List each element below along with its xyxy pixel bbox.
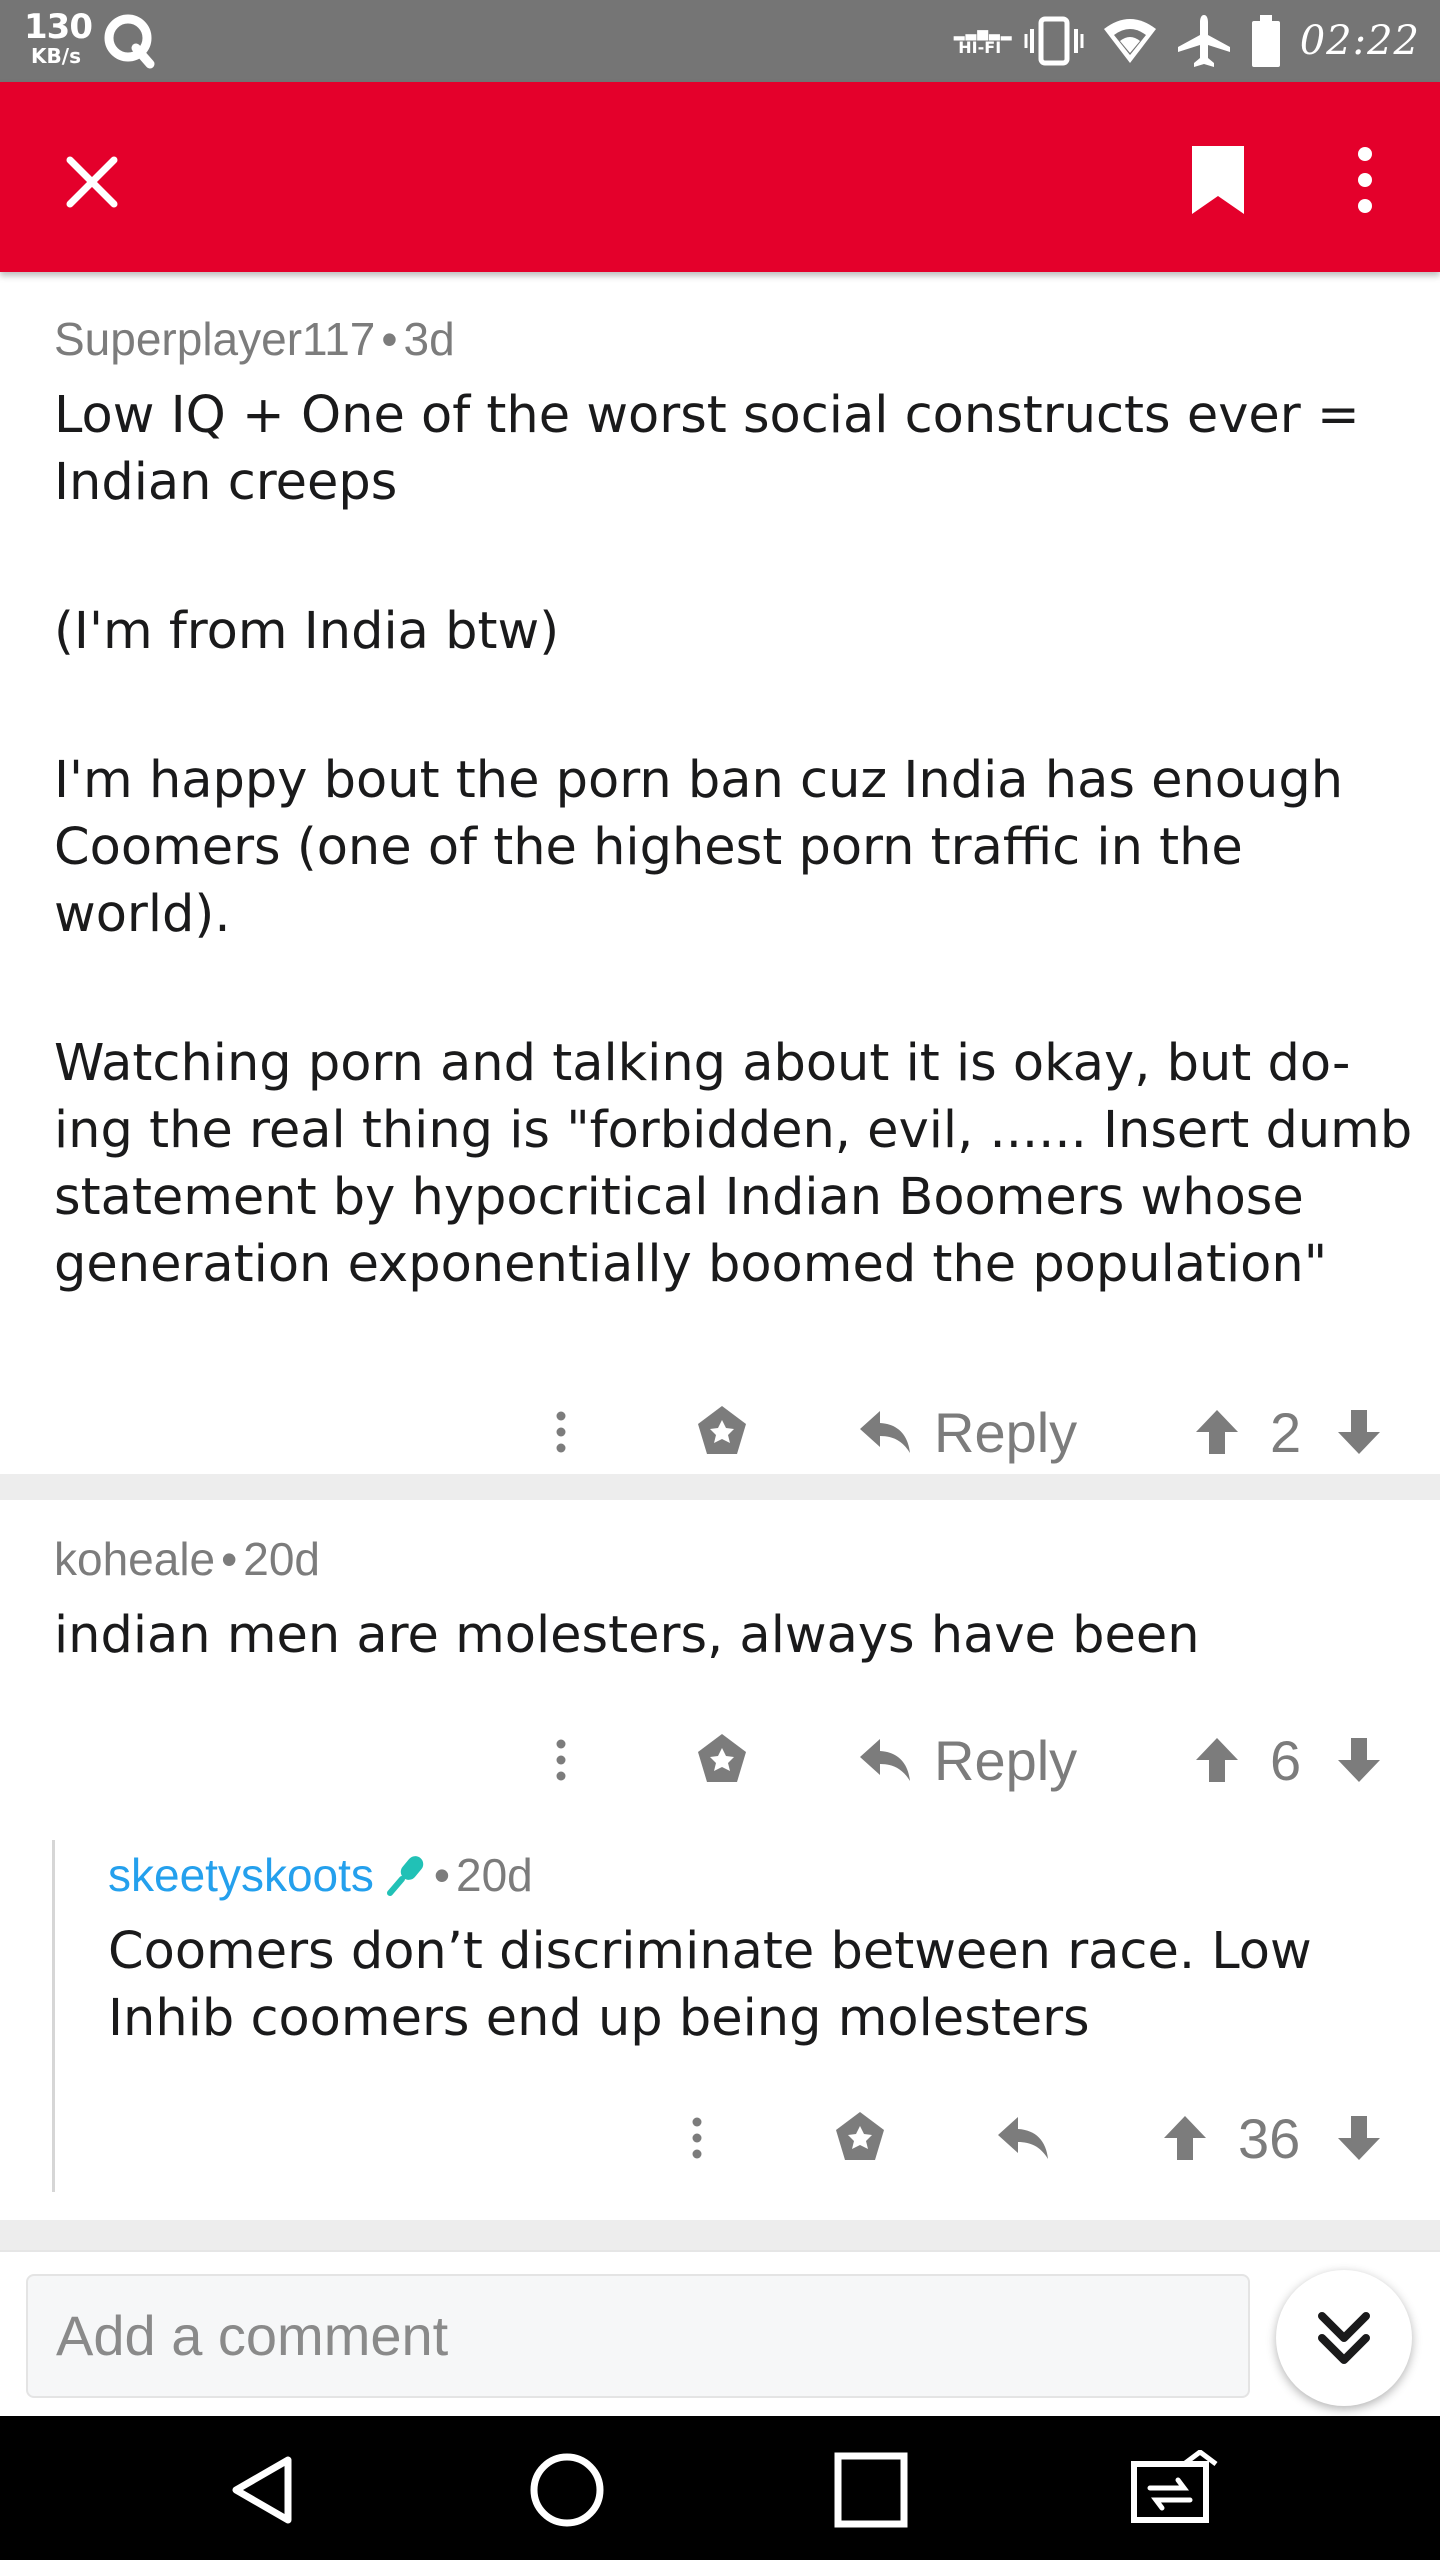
comment-meta: koheale • 20d: [54, 1533, 320, 1585]
vote-score: 36: [1238, 2106, 1301, 2170]
double-chevron-down-icon: [1318, 2312, 1370, 2364]
downvote-icon[interactable]: [1334, 1720, 1384, 1800]
more-options-icon[interactable]: [544, 1392, 578, 1472]
comment-actions: 36: [0, 2098, 1440, 2178]
comment-body: Coomers don’t discriminate between race.…: [108, 1918, 1408, 2052]
close-icon[interactable]: [60, 150, 124, 214]
reply-button[interactable]: Reply: [858, 1720, 1077, 1800]
upvote-icon[interactable]: [1192, 1392, 1242, 1472]
vote-score: 6: [1270, 1728, 1302, 1792]
more-vert-icon[interactable]: [1340, 142, 1390, 218]
comment-age: 20d: [456, 1849, 533, 1901]
comment-meta: Superplayer117 • 3d: [54, 313, 455, 365]
q-app-icon: [104, 14, 155, 69]
comment-paragraph: Low IQ + One of the worst social constru…: [54, 386, 1360, 512]
award-icon[interactable]: [830, 2098, 890, 2178]
comment-paragraph: Coomers don’t discriminate between race.…: [108, 1922, 1312, 2048]
award-icon[interactable]: [692, 1720, 752, 1800]
comment-composer: Add a comment: [0, 2250, 1440, 2416]
reply-icon: [860, 1739, 910, 1781]
network-speed-unit: KB/s: [31, 44, 81, 68]
more-options-icon[interactable]: [544, 1720, 578, 1800]
recents-icon[interactable]: [826, 2450, 916, 2530]
clock: 02:22: [1299, 18, 1420, 64]
battery-icon: [1251, 15, 1280, 67]
comment-paragraph: Watching porn and talking about it is ok…: [54, 1034, 1413, 1294]
reply-icon[interactable]: [996, 2098, 1050, 2178]
status-bar: 130 KB/s ▂▃▅▃▂ HI-FI 02:22: [0, 0, 1440, 82]
vibrate-icon: [1024, 16, 1084, 66]
more-options-icon[interactable]: [680, 2098, 714, 2178]
comment-divider: [0, 1474, 1440, 1500]
add-comment-input[interactable]: Add a comment: [26, 2274, 1250, 2398]
reply-button[interactable]: Reply: [858, 1392, 1077, 1472]
comment-divider: [0, 2220, 1440, 2250]
comment-actions: Reply 2: [0, 1392, 1440, 1472]
comment-body: indian men are molesters, always have be…: [54, 1602, 1424, 1669]
bookmark-icon[interactable]: [1186, 142, 1250, 218]
upvote-icon[interactable]: [1160, 2098, 1210, 2178]
comment-actions: Reply 6: [0, 1720, 1440, 1800]
comment-author[interactable]: skeetyskoots: [108, 1852, 374, 1898]
comment-author[interactable]: koheale: [54, 1533, 215, 1585]
scroll-down-button[interactable]: [1276, 2270, 1412, 2406]
network-speed-value: 130: [24, 7, 93, 47]
upvote-icon[interactable]: [1192, 1720, 1242, 1800]
vote-score: 2: [1270, 1400, 1302, 1464]
comment-meta: skeetyskoots • 20d: [108, 1849, 533, 1901]
microphone-icon: [386, 1856, 424, 1896]
downvote-icon[interactable]: [1334, 2098, 1384, 2178]
hifi-label: HI-FI: [958, 38, 1002, 57]
home-icon[interactable]: [522, 2450, 612, 2530]
airplane-mode-icon: [1177, 15, 1230, 67]
reply-icon: [860, 1411, 910, 1453]
wifi-icon: [1103, 19, 1156, 63]
comment-paragraph: I'm happy bout the porn ban cuz India ha…: [54, 751, 1344, 944]
comment-paragraph: (I'm from India btw): [54, 602, 560, 661]
comment-author[interactable]: Superplayer117: [54, 313, 375, 365]
comment-body: Low IQ + One of the worst social constru…: [54, 382, 1424, 1298]
hifi-icon: ▂▃▅▃▂ HI-FI: [953, 25, 1013, 57]
app-bar: [0, 82, 1440, 272]
award-icon[interactable]: [692, 1392, 752, 1472]
reply-label: Reply: [934, 1728, 1078, 1792]
network-speed: 130 KB/s: [24, 7, 93, 68]
screen-switch-icon[interactable]: [1130, 2450, 1220, 2530]
back-icon[interactable]: [218, 2450, 308, 2530]
reply-label: Reply: [934, 1400, 1078, 1464]
downvote-icon[interactable]: [1334, 1392, 1384, 1472]
comment-paragraph: indian men are molesters, always have be…: [54, 1606, 1200, 1665]
system-nav-bar: [0, 2416, 1440, 2560]
comment-age: 20d: [243, 1533, 320, 1585]
comment-age: 3d: [403, 313, 455, 365]
